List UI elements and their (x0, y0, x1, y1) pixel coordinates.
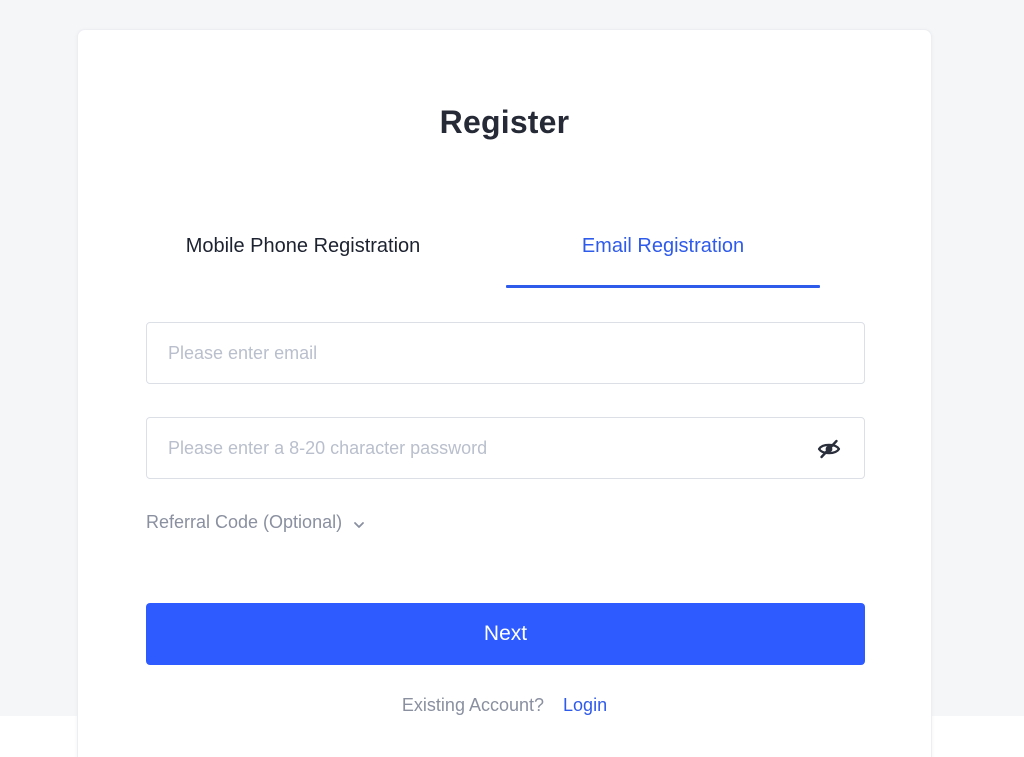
referral-code-label: Referral Code (Optional) (146, 512, 343, 532)
tab-email-registration-label: Email Registration (581, 235, 745, 257)
tab-email-registration[interactable]: Email Registration (506, 225, 820, 291)
login-row: Existing Account? Login (78, 695, 931, 716)
email-field-container (146, 322, 865, 384)
login-link[interactable]: Login (563, 695, 607, 715)
password-field-container (146, 417, 865, 479)
password-field[interactable] (147, 418, 864, 478)
tab-mobile-registration-label: Mobile Phone Registration (185, 235, 421, 257)
tab-mobile-registration[interactable]: Mobile Phone Registration (146, 225, 460, 291)
referral-code-toggle[interactable]: Referral Code (Optional) (146, 512, 366, 533)
registration-tabs: Mobile Phone Registration Email Registra… (146, 225, 863, 291)
register-card: Register Mobile Phone Registration Email… (77, 29, 932, 757)
active-tab-indicator (506, 285, 820, 288)
next-button[interactable]: Next (146, 603, 865, 665)
chevron-down-icon (352, 516, 366, 530)
existing-account-prompt: Existing Account? (401, 695, 545, 715)
eye-slash-icon[interactable] (816, 436, 842, 462)
email-field[interactable] (147, 323, 864, 383)
page-title: Register (439, 104, 570, 140)
